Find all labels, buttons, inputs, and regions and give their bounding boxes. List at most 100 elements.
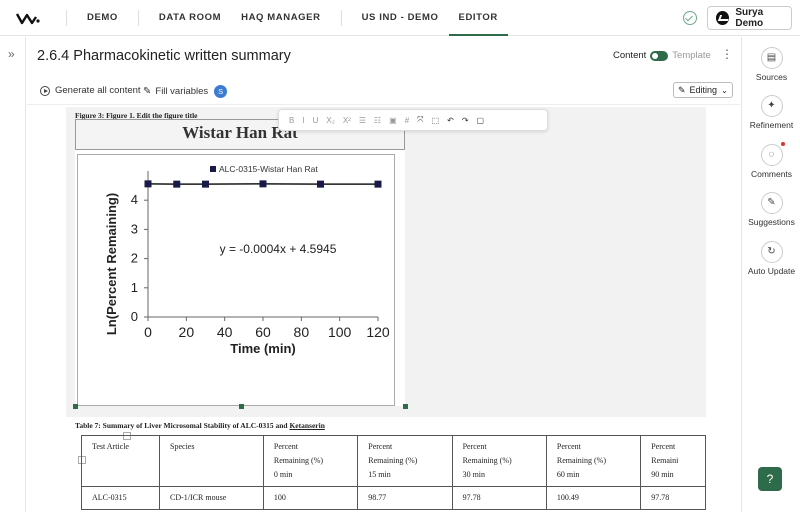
table-caption-text: Table 7: Summary of Liver Microsomal Sta… <box>75 421 290 430</box>
expand-panel-icon[interactable]: » <box>8 47 15 61</box>
fill-variables-label: Fill variables <box>155 86 209 97</box>
bullet-list-icon[interactable]: ☰ <box>359 116 366 125</box>
editor-toolbar: Generate all content ✎ Fill variables S … <box>27 77 740 105</box>
table-cell[interactable]: 97.78 <box>640 486 706 510</box>
table-header-cell[interactable]: Percent Remaining (%) 15 min <box>357 435 453 487</box>
header-text: Percent <box>368 442 393 451</box>
nav-divider <box>137 10 139 26</box>
page-title: 2.6.4 Pharmacokinetic written summary <box>37 48 291 64</box>
table-cell[interactable]: 100.49 <box>545 486 642 510</box>
generate-label: Generate all content <box>55 85 141 96</box>
table-header-cell[interactable]: Percent Remaining (%) 60 min <box>545 435 642 487</box>
header-text: Percent <box>556 442 581 451</box>
x-tick-label: 120 <box>366 324 390 340</box>
collaborator-badge[interactable]: S <box>214 85 228 98</box>
rail-sources-label: Sources <box>755 72 788 82</box>
comment-icon: ◌ <box>760 142 785 166</box>
editor-main: 2.6.4 Pharmacokinetic written summary Co… <box>27 37 740 512</box>
resize-handle[interactable] <box>73 404 78 409</box>
rail-comments-label: Comments <box>750 169 793 179</box>
y-tick-label: 1 <box>131 280 138 295</box>
toggle-content-label: Content <box>613 50 647 61</box>
data-point <box>202 180 209 188</box>
fullscreen-icon[interactable]: ⤧ <box>417 115 423 125</box>
y-tick-label: 4 <box>131 192 138 207</box>
table-header-cell[interactable]: Percent Remaini 90 min <box>640 435 706 487</box>
image-icon[interactable]: ▣ <box>389 116 397 125</box>
numbered-list-icon[interactable]: ☷ <box>374 116 381 125</box>
figure-frame[interactable]: Wistar Han Rat 0 1 2 3 4 0 20 40 60 80 100 120 Time … <box>75 119 405 406</box>
rail-suggestions[interactable]: ✎ Suggestions <box>742 192 800 227</box>
more-options-icon[interactable]: ⋮ <box>721 47 733 61</box>
hash-icon[interactable]: # <box>405 116 409 125</box>
redo-icon[interactable]: ↷ <box>462 116 469 125</box>
user-menu-button[interactable]: Surya Demo <box>707 6 792 30</box>
toggle-switch[interactable] <box>650 50 669 61</box>
nav-divider <box>66 10 67 26</box>
editing-mode-select[interactable]: ✎ Editing ⌄ <box>673 82 733 98</box>
underline-icon[interactable]: U <box>313 116 319 125</box>
suggestion-edit-icon: ✎ <box>760 192 783 214</box>
rail-auto-update-label: Auto Update <box>747 266 796 276</box>
saved-check-icon <box>683 11 697 25</box>
edit-mode-icon: ✎ <box>678 84 686 95</box>
rail-refinement[interactable]: ✦ Refinement <box>742 95 800 130</box>
user-avatar <box>716 11 730 25</box>
rail-sources[interactable]: ▤ Sources <box>742 47 800 82</box>
rail-auto-update[interactable]: ↻ Auto Update <box>742 241 800 277</box>
table-cell[interactable]: ALC-0315 <box>80 486 161 510</box>
chart-svg: 012340 20 40 60 80 100 120Time (min)Ln(Percent… <box>104 164 390 356</box>
fill-variables-button[interactable]: ✎ Fill variables S <box>143 85 228 98</box>
select-block-icon[interactable]: ⬚ <box>432 116 440 125</box>
header-text: Percent <box>651 442 676 451</box>
content-template-toggle[interactable]: Content Template <box>613 50 711 61</box>
data-point <box>173 180 181 188</box>
help-button[interactable]: ? <box>758 467 782 491</box>
document-body[interactable]: Figure 3: Figure 1. Edit the figure titl… <box>66 107 706 512</box>
table-header-cell[interactable]: Species <box>159 435 264 487</box>
generate-all-content-button[interactable]: Generate all content <box>40 85 141 96</box>
nav-haq-manager[interactable]: HAQ MANAGER <box>231 0 330 36</box>
table-header-cell[interactable]: Percent Remaining (%) 0 min <box>262 435 359 487</box>
data-point <box>374 180 382 188</box>
app-logo-icon[interactable] <box>16 10 40 26</box>
data-point <box>317 180 324 188</box>
comment-icon[interactable]: ▢ <box>477 116 485 125</box>
chart-container: 0 1 2 3 4 0 20 40 60 80 100 120 Time (min) Ln(Percent… <box>77 154 395 406</box>
editing-mode-value: Editing <box>689 85 718 95</box>
table-header-cell[interactable]: Test Article <box>80 435 161 487</box>
top-navigation-bar: DEMO DATA ROOM HAQ MANAGER US IND - DEMO… <box>0 0 800 36</box>
table-cell[interactable]: 98.77 <box>357 486 453 510</box>
italic-icon[interactable]: I <box>302 116 304 125</box>
table-cell[interactable]: CD-1/ICR mouse <box>159 486 264 510</box>
resize-handle[interactable] <box>239 404 244 409</box>
nav-demo[interactable]: DEMO <box>77 0 128 36</box>
figure-block[interactable]: Figure 3: Figure 1. Edit the figure titl… <box>66 107 706 417</box>
bold-icon[interactable]: B <box>289 116 294 125</box>
x-tick-label: 80 <box>294 324 310 340</box>
table-cell[interactable]: 97.78 <box>451 486 547 510</box>
floating-format-toolbar: B I U X₂ X² ☰ ☷ ▣ # ⤧ ⬚ ↶ ↷ ▢ <box>278 109 548 131</box>
header-text: Remaining (%) <box>462 456 512 465</box>
header-text: Remaini <box>651 456 679 465</box>
table-header-cell[interactable]: Percent Remaining (%) 30 min <box>451 435 547 487</box>
x-tick-label: 0 <box>144 324 152 340</box>
left-rail: » <box>0 37 26 512</box>
pencil-icon: ✎ <box>143 86 152 97</box>
rail-suggestions-label: Suggestions <box>748 217 795 227</box>
resize-handle[interactable] <box>403 404 408 409</box>
data-table[interactable]: Test Article Species Percent Remaining (%) 0… <box>80 435 706 510</box>
x-tick-label: 20 <box>179 324 195 340</box>
subscript-icon[interactable]: X₂ <box>326 116 334 125</box>
nav-data-room[interactable]: DATA ROOM <box>149 0 231 36</box>
x-tick-label: 60 <box>255 324 271 340</box>
superscript-icon[interactable]: X² <box>343 116 351 125</box>
table-caption[interactable]: Table 7: Summary of Liver Microsomal Sta… <box>75 421 325 430</box>
header-text: 30 min <box>462 470 486 479</box>
nav-editor[interactable]: EDITOR <box>448 0 508 36</box>
undo-icon[interactable]: ↶ <box>447 116 454 125</box>
nav-us-ind-demo[interactable]: US IND - DEMO <box>352 0 449 36</box>
x-axis-label: Time (min) <box>230 341 296 356</box>
table-cell[interactable]: 100 <box>262 486 359 510</box>
rail-comments[interactable]: ◌ Comments <box>742 142 800 179</box>
